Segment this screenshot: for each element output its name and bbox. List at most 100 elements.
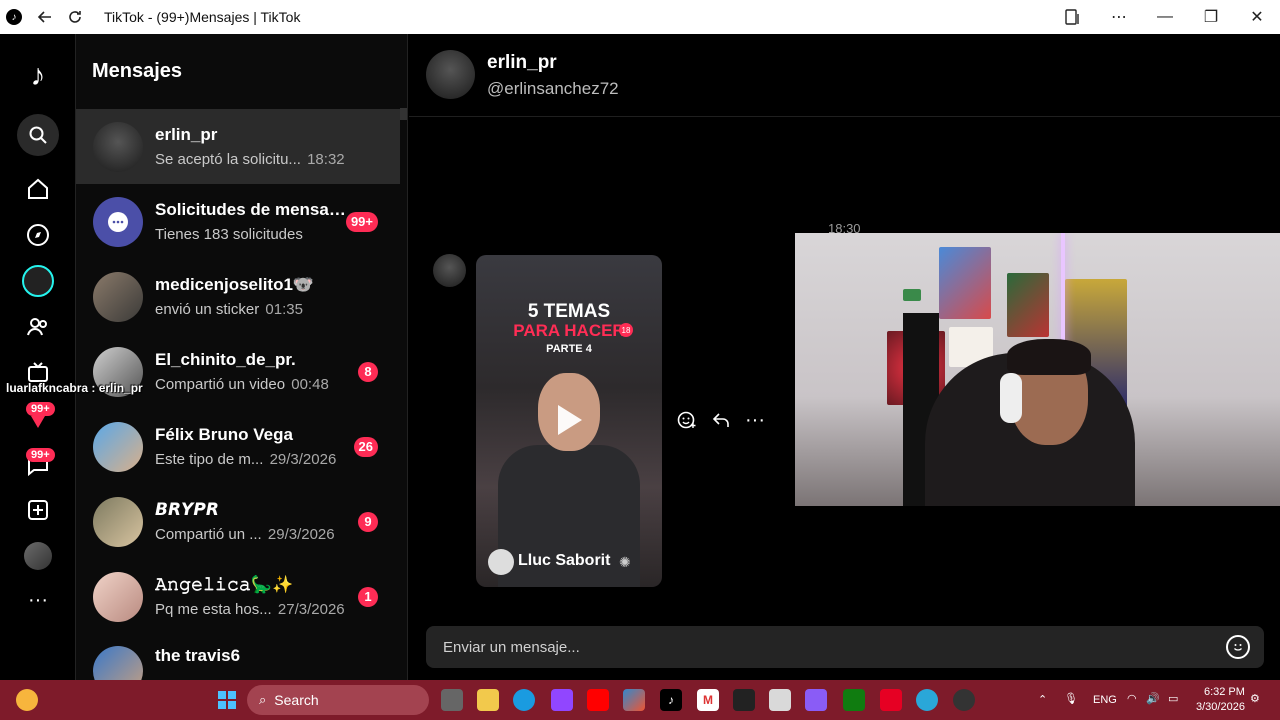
conversation-preview: envió un sticker [155,301,260,318]
age-badge: 18 [619,323,633,337]
volume-icon[interactable]: 🔊 [1146,692,1160,705]
video-author-avatar [488,549,514,575]
following-icon[interactable] [16,307,60,347]
minimize-button[interactable]: — [1142,0,1188,34]
video-caption-line2: PARA HACER [513,321,625,340]
conversation-preview: Este tipo de m... [155,451,264,468]
video-caption-line1: 5 TEMAS [527,301,611,322]
unread-badge: 26 [353,436,378,457]
conversation-item[interactable]: the travis6 [76,634,400,680]
file-explorer-icon[interactable] [477,689,499,711]
conversation-item[interactable]: Félix Bruno Vega Este tipo de m... 29/3/… [76,409,400,484]
messages-title: Mensajes [92,60,183,82]
conversation-name: Félix Bruno Vega [155,425,293,444]
close-button[interactable]: ✕ [1234,0,1280,34]
conversation-item[interactable]: El_chinito_de_pr. Compartió un video 00:… [76,334,400,409]
chat-header: erlin_pr @erlinsanchez72 [409,34,1280,117]
more-icon[interactable]: ··· [16,580,60,620]
gmail-icon[interactable]: M [697,689,719,711]
conversation-item[interactable]: 𝘽𝙍𝙔𝙋𝙍 Compartió un ... 29/3/2026 9 [76,484,400,559]
tiktok-taskbar-icon[interactable]: ♪ [660,689,682,711]
more-actions-icon[interactable]: ··· [745,408,765,432]
window-title: TikTok - (99+)Mensajes | TikTok [104,9,301,25]
store-icon[interactable] [769,689,791,711]
upload-icon[interactable] [16,490,60,530]
play-icon[interactable] [558,405,582,435]
obs-icon[interactable] [953,689,975,711]
back-arrow-icon[interactable] [30,0,60,34]
chat-avatar[interactable] [426,50,475,99]
browser-icon[interactable] [916,689,938,711]
app-icon[interactable] [805,689,827,711]
conversation-name: the travis6 [155,646,241,665]
avatar [93,421,143,472]
clock-time: 6:32 PM [1203,686,1245,698]
home-icon[interactable] [16,169,60,209]
unread-badge: 8 [358,361,378,382]
message-input[interactable] [426,626,1206,668]
verified-icon: ✺ [619,554,631,570]
unread-badge: 99+ [345,211,378,232]
conversation-time: 00:48 [291,376,329,393]
taskbar-search[interactable]: ⌕ Search [247,685,429,715]
headset [1000,373,1022,423]
unread-badge: 9 [358,511,378,532]
reply-icon[interactable] [711,408,731,432]
wifi-icon[interactable]: ◠ [1127,692,1137,705]
conversation-item[interactable]: 𝙰𝚗𝚐𝚎𝚕𝚒𝚌𝚊🦕✨ Pq me esta hos... 27/3/2026 1 [76,559,400,634]
conversation-name: 𝙰𝚗𝚐𝚎𝚕𝚒𝚌𝚊🦕✨ [155,575,294,594]
conversation-preview: Pq me esta hos... [155,601,272,618]
start-icon[interactable] [216,689,238,711]
conversation-name: medicenjoselito1🐨 [155,275,315,294]
taskbar-search-label: Search [274,692,319,708]
conversation-item[interactable]: erlin_pr Se aceptó la solicitu... 18:32 [76,109,400,184]
app-install-icon[interactable] [1050,0,1096,34]
react-emoji-icon[interactable] [677,408,697,432]
live-avatar-icon[interactable] [16,261,60,301]
refresh-icon[interactable] [60,0,90,34]
emoji-icon[interactable] [1226,635,1250,659]
search-icon[interactable] [17,114,59,156]
conversation-preview: Se aceptó la solicitu... [155,151,301,168]
chat-name[interactable]: erlin_pr [487,52,557,74]
wall-poster [1007,273,1049,337]
pinterest-icon[interactable] [880,689,902,711]
xbox-icon[interactable] [843,689,865,711]
sender-avatar[interactable] [433,254,466,287]
microphone-icon[interactable]: 🎙 [1064,692,1078,705]
search-icon: ⌕ [259,692,267,707]
panel-scrollbar[interactable] [400,108,407,120]
battery-icon[interactable]: ▭ [1168,692,1178,705]
copilot-icon[interactable] [623,689,645,711]
language-indicator[interactable]: ENG [1093,694,1117,706]
weather-widget-icon[interactable] [16,689,38,711]
avatar [93,571,143,622]
twitch-icon[interactable] [551,689,573,711]
conversation-name: Solicitudes de mensaj... [155,200,346,219]
clock[interactable]: 6:32 PM 3/30/2026 [1196,685,1245,715]
explore-icon[interactable] [16,215,60,255]
tray-chevron-icon[interactable]: ⌃ [1038,693,1047,706]
edge-icon[interactable] [513,689,535,711]
tiktok-logo-icon[interactable]: ♪ [16,56,60,96]
messages-panel: Mensajes erlin_pr Se aceptó la solicitu.… [76,34,408,680]
conversation-name: erlin_pr [155,125,218,144]
neon-light [1061,233,1065,353]
restore-button[interactable]: ❐ [1188,0,1234,34]
profile-avatar[interactable] [16,536,60,576]
streamer-hair [1007,339,1091,375]
title-bar: ♪ TikTok - (99+)Mensajes | TikTok ⋯ — ❐ … [0,0,1280,34]
more-options-icon[interactable]: ⋯ [1096,0,1142,34]
video-caption-line3: PARTE 4 [546,343,592,355]
notifications-badge: 99+ [26,402,55,416]
task-view-icon[interactable] [441,689,463,711]
shared-video-card[interactable]: 5 TEMAS PARA HACER 18 PARTE 4 Lluc Sabor… [476,255,662,587]
conversation-item[interactable]: medicenjoselito1🐨 envió un sticker 01:35 [76,259,400,334]
message-requests-item[interactable]: Solicitudes de mensaj... Tienes 183 soli… [76,184,400,259]
unread-badge: 1 [358,586,378,607]
messages-badge: 99+ [26,448,55,462]
notification-icon[interactable]: ⚙ [1250,692,1260,705]
conversation-preview: Compartió un ... [155,526,262,543]
youtube-icon[interactable] [587,689,609,711]
app-icon[interactable] [733,689,755,711]
